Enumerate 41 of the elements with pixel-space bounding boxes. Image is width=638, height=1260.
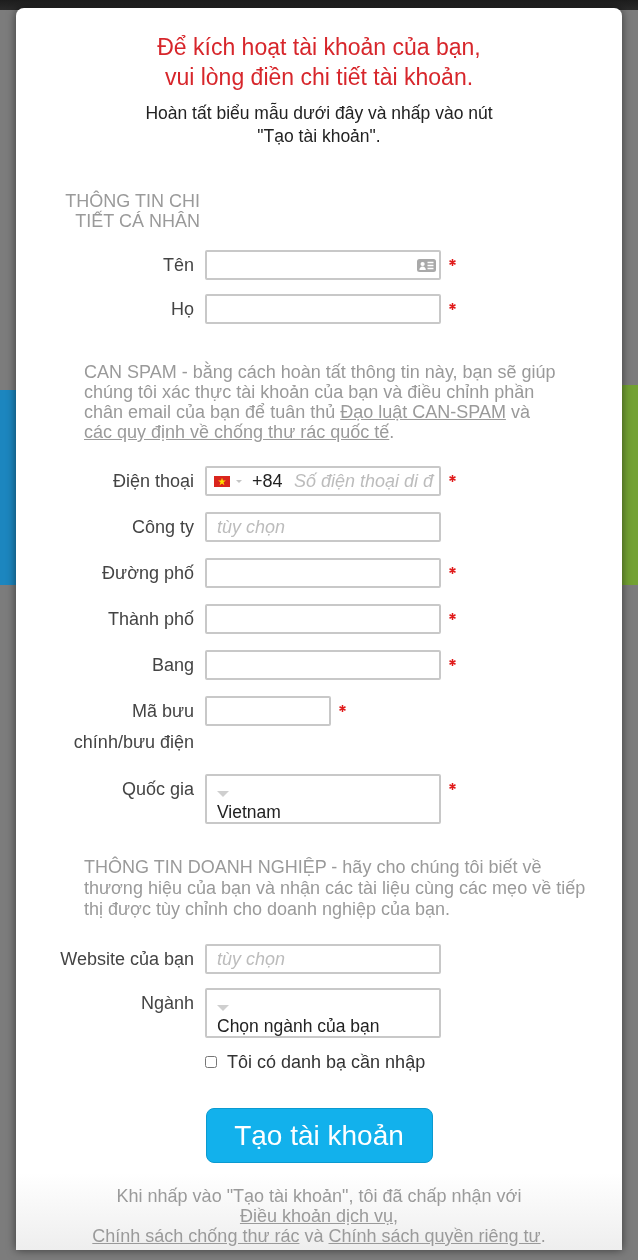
checkbox[interactable] <box>205 1056 217 1068</box>
field-label: Họ <box>171 298 194 321</box>
text-link[interactable]: Chính sách chống thư rác <box>92 1226 300 1246</box>
field-label: Ngành <box>140 992 194 1015</box>
input-field[interactable] <box>205 604 441 634</box>
field-label: Website của bạn <box>60 948 194 971</box>
input-field[interactable] <box>205 558 441 588</box>
field-label: Thành phố <box>107 608 194 631</box>
caret-icon <box>217 791 229 797</box>
checkbox-label: Tôi có danh bạ cần nhập <box>227 1052 426 1072</box>
select-field[interactable]: Vietnam <box>205 774 441 824</box>
input-field[interactable]: tùy chọn <box>205 944 441 974</box>
input-field[interactable] <box>205 650 441 680</box>
input-field[interactable] <box>205 294 441 324</box>
input-field[interactable] <box>205 250 441 280</box>
create-account-button[interactable]: Tạo tài khoản <box>205 1108 433 1163</box>
field-label: Tên <box>162 254 194 277</box>
terms-notice: Khi nhấp vào "Tạo tài khoản", tôi đã chấp nhận với Điều khoản dịch vụ, Chính sách chống thư rác và Chính sách quyền riêng tư. <box>91 1186 547 1246</box>
field-label: Đường phố <box>102 562 194 585</box>
field-label: Quốc gia <box>121 778 194 801</box>
text-link[interactable]: Chính sách quyền riêng tư <box>328 1226 541 1246</box>
text-link[interactable]: Điều khoản dịch vụ <box>239 1206 394 1226</box>
text-link[interactable]: các quy định về chống thư rác quốc tế <box>84 422 390 442</box>
field-label: Mã bưu chính/bưu điện <box>72 700 194 754</box>
caret-icon <box>217 1005 229 1011</box>
country-code-button[interactable] <box>214 476 242 487</box>
can-spam-notice: CAN SPAM - bằng cách hoàn tất thông tin này, bạn sẽ giúp chúng tôi xác thực tài khoản của bạn và điều chỉnh phần chân email của bạn để tuân thủ Đạo luật CAN-SPAM và các quy định về chống thư rác quốc tế. <box>84 362 557 442</box>
dial-code: +84 <box>252 470 283 493</box>
modal-title: Để kích hoạt tài khoản của bạn, vui lòng điền chi tiết tài khoản. <box>156 33 482 92</box>
caret-icon <box>236 480 242 483</box>
field-label: Điện thoại <box>112 470 194 493</box>
business-notice: THÔNG TIN DOANH NGHIỆP - hãy cho chúng tôi biết về thương hiệu của bạn và nhận các tài liệu cùng các mẹo về tiếp thị được tùy chỉnh cho doanh nghiệp của bạn. <box>84 857 587 920</box>
field-label: Công ty <box>131 516 194 539</box>
input-field[interactable]: tùy chọn <box>205 512 441 542</box>
instruction-text: Hoàn tất biểu mẫu dưới đây và nhấp vào nút "Tạo tài khoản". <box>144 102 494 148</box>
field-label: Bang <box>151 654 194 677</box>
section-heading: THÔNG TIN CHI TIẾT CÁ NHÂN <box>64 191 200 231</box>
flag-icon <box>214 476 230 487</box>
select-field[interactable]: Chọn ngành của bạn <box>205 988 441 1038</box>
input-field[interactable] <box>205 696 331 726</box>
text-link[interactable]: Đạo luật CAN-SPAM <box>340 402 506 422</box>
